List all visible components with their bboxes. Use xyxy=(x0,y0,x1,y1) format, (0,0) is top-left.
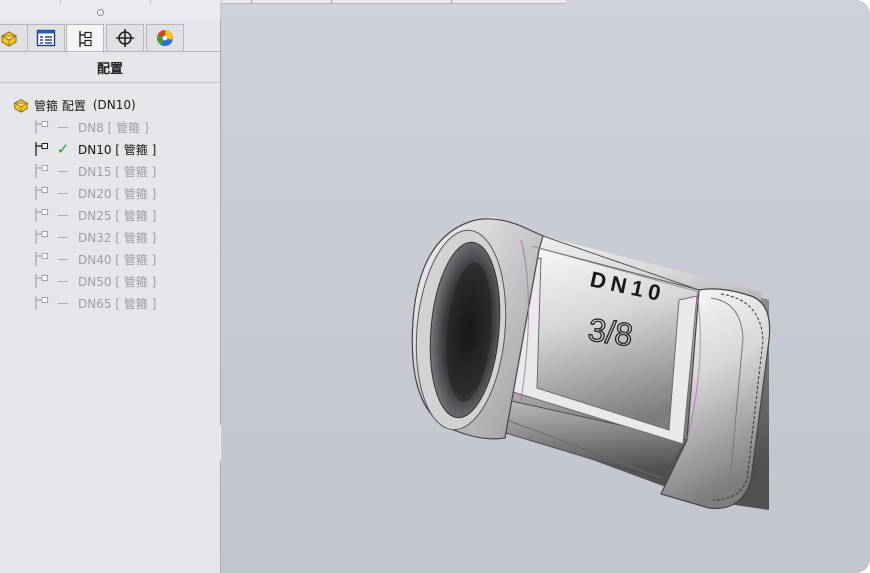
config-item[interactable]: DN8 [ 管箍 ] xyxy=(32,116,149,138)
dimxpert-icon xyxy=(116,29,134,47)
config-label: DN10 [ 管箍 ] xyxy=(78,142,157,157)
config-label: DN8 [ 管箍 ] xyxy=(78,120,149,135)
config-item[interactable]: DN20 [ 管箍 ] xyxy=(32,182,156,204)
tree-root[interactable]: 管箍 配置 (DN10) xyxy=(12,96,136,114)
config-label: DN32 [ 管箍 ] xyxy=(78,230,157,245)
panel-tabs xyxy=(0,24,220,53)
config-label: DN15 [ 管箍 ] xyxy=(78,164,157,179)
tab-dimxpert[interactable] xyxy=(106,24,144,51)
configuration-icon xyxy=(35,296,49,310)
part-icon xyxy=(13,99,29,113)
configuration-icon xyxy=(35,142,49,156)
configuration-icon xyxy=(35,186,49,200)
configuration-icon xyxy=(35,208,49,222)
config-label: DN20 [ 管箍 ] xyxy=(78,186,157,201)
configuration-icon xyxy=(35,164,49,178)
inactive-dash-icon xyxy=(52,296,74,310)
panel-splitter-grip[interactable] xyxy=(97,9,104,16)
tab-display-manager[interactable] xyxy=(146,24,184,51)
config-label: DN65 [ 管箍 ] xyxy=(78,296,157,311)
engraving-inch: 3/8 xyxy=(586,311,635,353)
configuration-icon xyxy=(35,120,49,134)
config-label: DN40 [ 管箍 ] xyxy=(78,252,157,267)
config-item[interactable]: DN32 [ 管箍 ] xyxy=(32,226,156,248)
config-label: DN25 [ 管箍 ] xyxy=(78,208,157,223)
tree-root-label: 管箍 配置 xyxy=(34,98,86,113)
inactive-dash-icon xyxy=(52,252,74,266)
panel-title: 配置 xyxy=(96,62,123,77)
config-item[interactable]: DN65 [ 管箍 ] xyxy=(32,292,156,314)
config-item[interactable]: ✓ DN10 [ 管箍 ] xyxy=(32,138,156,160)
config-item[interactable]: DN15 [ 管箍 ] xyxy=(32,160,156,182)
inactive-dash-icon xyxy=(52,274,74,288)
active-check-icon: ✓ xyxy=(56,140,70,158)
feature-manager-panel: 配置 管箍 配置 (DN10) DN8 [ 管箍 ] ✓ DN10 [ 管箍 ] DN… xyxy=(0,20,229,573)
inactive-dash-icon xyxy=(52,208,74,222)
pipe-coupling-model[interactable]: DN10 3/8 xyxy=(221,0,870,573)
inactive-dash-icon xyxy=(52,164,74,178)
graphics-viewport[interactable]: DN10 3/8 xyxy=(221,0,870,573)
tab-configuration-manager[interactable] xyxy=(66,24,104,53)
tab-property-manager[interactable] xyxy=(27,24,65,51)
inactive-dash-icon xyxy=(52,120,74,134)
configuration-manager-icon xyxy=(79,31,92,47)
tab-feature-tree[interactable] xyxy=(0,24,28,51)
configuration-icon xyxy=(35,252,49,266)
inactive-dash-icon xyxy=(52,230,74,244)
config-label: DN50 [ 管箍 ] xyxy=(78,274,157,289)
panel-top-strip xyxy=(0,0,220,21)
inactive-dash-icon xyxy=(52,186,74,200)
config-item[interactable]: DN50 [ 管箍 ] xyxy=(32,270,156,292)
app-window: 配置 管箍 配置 (DN10) DN8 [ 管箍 ] ✓ DN10 [ 管箍 ] DN… xyxy=(0,0,870,573)
tab-divider xyxy=(0,51,220,52)
configuration-icon xyxy=(35,274,49,288)
tree-root-active-config: (DN10) xyxy=(92,98,136,112)
property-manager-icon xyxy=(36,29,56,47)
config-item[interactable]: DN25 [ 管箍 ] xyxy=(32,204,156,226)
config-item[interactable]: DN40 [ 管箍 ] xyxy=(32,248,156,270)
display-manager-icon xyxy=(157,30,173,46)
part-icon xyxy=(0,31,18,47)
configuration-icon xyxy=(35,230,49,244)
title-divider xyxy=(0,82,220,83)
